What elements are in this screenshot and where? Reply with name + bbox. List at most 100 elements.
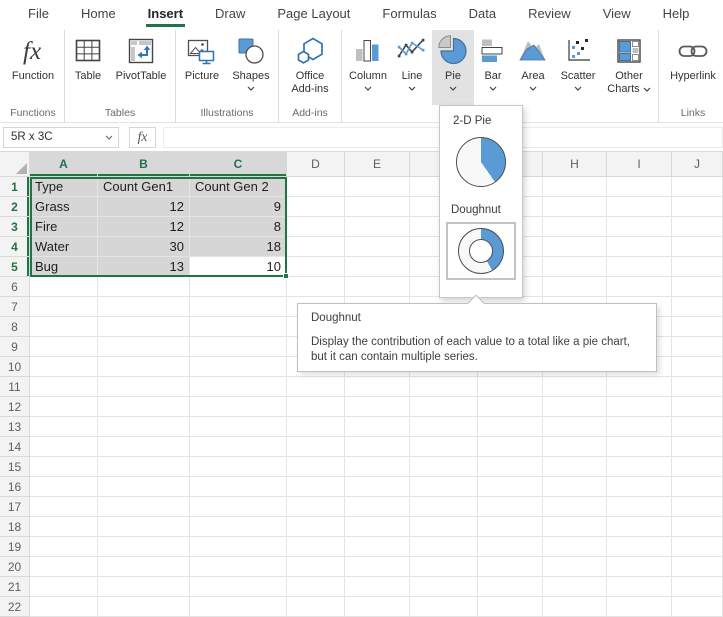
cell-h16[interactable] <box>543 477 607 497</box>
cell-c20[interactable] <box>190 557 287 577</box>
cell-b8[interactable] <box>98 317 190 337</box>
cell-g20[interactable] <box>478 557 543 577</box>
cell-e3[interactable] <box>345 217 410 237</box>
cell-j9[interactable] <box>672 337 723 357</box>
cell-a2[interactable]: Grass <box>30 197 98 217</box>
cell-h2[interactable] <box>543 197 607 217</box>
tab-review[interactable]: Review <box>512 0 587 28</box>
cell-b12[interactable] <box>98 397 190 417</box>
ribbon-button-table[interactable]: Table <box>67 30 109 105</box>
cell-i11[interactable] <box>607 377 672 397</box>
cell-a1[interactable]: Type <box>30 177 98 197</box>
cell-j7[interactable] <box>672 297 723 317</box>
tab-formulas[interactable]: Formulas <box>366 0 452 28</box>
cell-f22[interactable] <box>410 597 478 617</box>
cell-b5[interactable]: 13 <box>98 257 190 277</box>
cell-h6[interactable] <box>543 277 607 297</box>
cell-e11[interactable] <box>345 377 410 397</box>
cell-j1[interactable] <box>672 177 723 197</box>
cell-g15[interactable] <box>478 457 543 477</box>
tab-help[interactable]: Help <box>647 0 706 28</box>
column-header-h[interactable]: H <box>543 152 607 177</box>
row-header-10[interactable]: 10 <box>0 357 30 377</box>
ribbon-button-pie[interactable]: Pie <box>432 30 474 105</box>
ribbon-button-office-add-ins[interactable]: OfficeAdd-ins <box>281 30 339 105</box>
cell-h11[interactable] <box>543 377 607 397</box>
cell-j16[interactable] <box>672 477 723 497</box>
column-header-j[interactable]: J <box>672 152 723 177</box>
select-all-button[interactable] <box>0 152 30 177</box>
cell-f11[interactable] <box>410 377 478 397</box>
cell-c18[interactable] <box>190 517 287 537</box>
cell-d14[interactable] <box>287 437 345 457</box>
cell-i21[interactable] <box>607 577 672 597</box>
cell-j22[interactable] <box>672 597 723 617</box>
cell-e19[interactable] <box>345 537 410 557</box>
cell-b6[interactable] <box>98 277 190 297</box>
cell-d11[interactable] <box>287 377 345 397</box>
row-header-2[interactable]: 2 <box>0 197 30 217</box>
cell-j6[interactable] <box>672 277 723 297</box>
cell-b1[interactable]: Count Gen1 <box>98 177 190 197</box>
cell-c6[interactable] <box>190 277 287 297</box>
cell-b13[interactable] <box>98 417 190 437</box>
cell-i14[interactable] <box>607 437 672 457</box>
cell-i13[interactable] <box>607 417 672 437</box>
cell-d16[interactable] <box>287 477 345 497</box>
cell-j15[interactable] <box>672 457 723 477</box>
row-header-11[interactable]: 11 <box>0 377 30 397</box>
fill-handle[interactable] <box>283 273 289 279</box>
cell-g16[interactable] <box>478 477 543 497</box>
cell-c16[interactable] <box>190 477 287 497</box>
cell-g13[interactable] <box>478 417 543 437</box>
cell-e18[interactable] <box>345 517 410 537</box>
cell-a7[interactable] <box>30 297 98 317</box>
cell-c15[interactable] <box>190 457 287 477</box>
column-header-d[interactable]: D <box>287 152 345 177</box>
cell-c13[interactable] <box>190 417 287 437</box>
row-header-18[interactable]: 18 <box>0 517 30 537</box>
cell-d19[interactable] <box>287 537 345 557</box>
cell-j20[interactable] <box>672 557 723 577</box>
cell-f13[interactable] <box>410 417 478 437</box>
cell-b9[interactable] <box>98 337 190 357</box>
cell-i12[interactable] <box>607 397 672 417</box>
cell-e4[interactable] <box>345 237 410 257</box>
column-header-c[interactable]: C <box>190 152 287 177</box>
cell-f12[interactable] <box>410 397 478 417</box>
cell-b7[interactable] <box>98 297 190 317</box>
cell-j3[interactable] <box>672 217 723 237</box>
tab-draw[interactable]: Draw <box>199 0 261 28</box>
cell-g19[interactable] <box>478 537 543 557</box>
cell-b11[interactable] <box>98 377 190 397</box>
cell-e14[interactable] <box>345 437 410 457</box>
ribbon-button-shapes[interactable]: Shapes <box>226 30 276 105</box>
cell-c2[interactable]: 9 <box>190 197 287 217</box>
cell-e20[interactable] <box>345 557 410 577</box>
cell-d1[interactable] <box>287 177 345 197</box>
cell-a9[interactable] <box>30 337 98 357</box>
cell-c9[interactable] <box>190 337 287 357</box>
cell-c14[interactable] <box>190 437 287 457</box>
cell-d3[interactable] <box>287 217 345 237</box>
cell-d20[interactable] <box>287 557 345 577</box>
cell-h1[interactable] <box>543 177 607 197</box>
cell-d17[interactable] <box>287 497 345 517</box>
cell-a22[interactable] <box>30 597 98 617</box>
cell-c7[interactable] <box>190 297 287 317</box>
cell-d6[interactable] <box>287 277 345 297</box>
cell-j21[interactable] <box>672 577 723 597</box>
cell-e22[interactable] <box>345 597 410 617</box>
cell-i5[interactable] <box>607 257 672 277</box>
cell-a20[interactable] <box>30 557 98 577</box>
cell-d22[interactable] <box>287 597 345 617</box>
column-header-e[interactable]: E <box>345 152 410 177</box>
ribbon-button-pivottable[interactable]: PivotTable <box>109 30 173 105</box>
cell-h22[interactable] <box>543 597 607 617</box>
cell-h20[interactable] <box>543 557 607 577</box>
row-header-1[interactable]: 1 <box>0 177 30 197</box>
cell-a21[interactable] <box>30 577 98 597</box>
insert-function-button[interactable]: fx <box>129 127 156 148</box>
cell-c22[interactable] <box>190 597 287 617</box>
cell-b22[interactable] <box>98 597 190 617</box>
